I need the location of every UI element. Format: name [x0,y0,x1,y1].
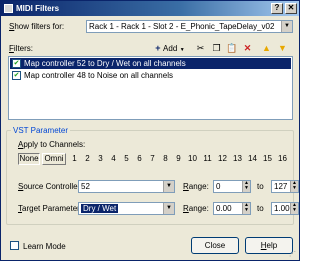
range-to-value-2: 1.00 [274,204,290,213]
to-label-2: to [257,204,264,213]
target-parameter-select[interactable]: Dry / Wet ▼ [78,202,175,215]
spinner-icon[interactable]: ▲ ▼ [242,181,250,192]
channel-14-button[interactable]: 14 [246,153,259,165]
close-title-button[interactable]: ✕ [285,3,297,14]
source-controller-value: 52 [81,182,90,191]
range-from-value-2: 0.00 [216,204,232,213]
channel-6-button[interactable]: 6 [133,153,146,165]
chevron-down-icon: ▼ [179,47,185,53]
dropdown-arrow-icon[interactable]: ▼ [163,203,174,214]
add-label: Add [163,44,178,53]
omni-channel-button[interactable]: Omni [42,153,66,165]
range-from-value: 0 [216,182,221,191]
midi-filters-window: MIDI Filters ? ✕ Show filters for: Rack … [0,0,300,261]
range-to-field[interactable]: 127 ▲ ▼ [271,180,299,193]
channel-2-button[interactable]: 2 [81,153,94,165]
spinner-icon[interactable]: ▲ ▼ [290,181,298,192]
source-controller-label: Source Controller: [18,182,83,191]
close-button[interactable]: Close [191,237,239,254]
channel-10-button[interactable]: 10 [186,153,199,165]
source-controller-select[interactable]: 52 ▼ [78,180,175,193]
dropdown-arrow-icon[interactable]: ▼ [281,21,292,32]
filter-checkbox[interactable]: ✔ [12,59,21,68]
move-up-icon[interactable]: ▲ [261,42,272,54]
help-button-label: elp [266,241,278,250]
app-icon [4,4,13,13]
paste-icon[interactable]: 📋 [226,42,237,54]
range-to-value: 127 [274,182,288,191]
filter-text: Map controller 48 to Noise on all channe… [24,71,173,80]
channel-3-button[interactable]: 3 [94,153,107,165]
channel-11-button[interactable]: 11 [201,153,214,165]
channel-15-button[interactable]: 15 [261,153,274,165]
filter-text: Map controller 52 to Dry / Wet on all ch… [24,59,186,68]
spinner-icon[interactable]: ▲ ▼ [290,203,298,214]
channel-9-button[interactable]: 9 [172,153,185,165]
title-bar: MIDI Filters ? ✕ [1,1,299,16]
help-button[interactable]: Help [245,237,293,254]
channel-12-button[interactable]: 12 [216,153,229,165]
learn-mode-label: Learn Mode [23,242,66,251]
channel-1-button[interactable]: 1 [68,153,81,165]
learn-mode-checkbox[interactable] [10,241,19,250]
range-to-field-2[interactable]: 1.00 ▲ ▼ [271,202,299,215]
channel-5-button[interactable]: 5 [120,153,133,165]
show-filters-label: Show filters for: [9,22,65,31]
scissors-icon[interactable]: ✂ [195,42,206,54]
filter-list: ✔ Map controller 52 to Dry / Wet on all … [8,56,293,120]
delete-icon[interactable]: ✕ [242,42,253,54]
range-label: Range: [183,182,209,191]
target-parameter-value: Dry / Wet [81,204,119,213]
filter-checkbox[interactable]: ✔ [12,71,21,80]
target-parameter-label: Target Parameter: [18,204,83,213]
none-channel-button[interactable]: None [18,153,40,165]
show-filters-select[interactable]: Rack 1 - Rack 1 - Slot 2 - E_Phonic_Tape… [86,20,293,33]
dropdown-arrow-icon[interactable]: ▼ [163,181,174,192]
window-title: MIDI Filters [16,4,60,13]
help-title-button[interactable]: ? [271,3,283,14]
channel-8-button[interactable]: 8 [159,153,172,165]
range-label-2: Range: [183,204,209,213]
channel-4-button[interactable]: 4 [107,153,120,165]
resize-grip-icon[interactable]: ⋰ [289,250,297,258]
plus-icon: + [155,43,161,53]
copy-icon[interactable]: ❐ [211,42,222,54]
range-from-field-2[interactable]: 0.00 ▲ ▼ [213,202,251,215]
show-filters-value: Rack 1 - Rack 1 - Slot 2 - E_Phonic_Tape… [89,22,275,31]
channel-7-button[interactable]: 7 [146,153,159,165]
to-label: to [257,182,264,191]
filter-row[interactable]: ✔ Map controller 48 to Noise on all chan… [10,70,291,81]
move-down-icon[interactable]: ▼ [277,42,288,54]
channel-16-button[interactable]: 16 [276,153,289,165]
filters-label: Filters: [9,44,34,53]
range-from-field[interactable]: 0 ▲ ▼ [213,180,251,193]
filter-row[interactable]: ✔ Map controller 52 to Dry / Wet on all … [10,58,291,69]
channel-13-button[interactable]: 13 [231,153,244,165]
apply-channels-label: Apply to Channels: [18,140,86,149]
spinner-icon[interactable]: ▲ ▼ [242,203,250,214]
vst-parameter-title: VST Parameter [11,126,70,135]
add-filter-button[interactable]: + Add ▼ [155,42,185,54]
